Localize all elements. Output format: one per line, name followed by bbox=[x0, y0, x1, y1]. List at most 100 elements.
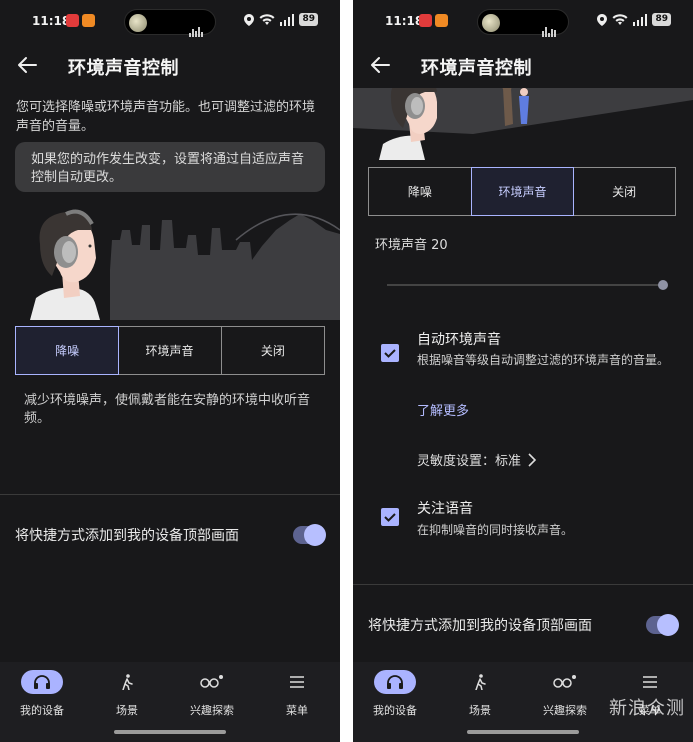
nav-item-scenes[interactable]: 场景 bbox=[440, 670, 520, 726]
status-time: 11:18 bbox=[385, 14, 424, 28]
toggle-knob bbox=[304, 524, 326, 546]
mode-noise-cancelling-button[interactable]: 降噪 bbox=[15, 326, 120, 375]
voice-focus-description: 在抑制噪音的同时接收声音。 bbox=[417, 523, 574, 537]
person-with-headphones-graphic bbox=[379, 88, 437, 160]
shortcut-label: 将快捷方式添加到我的设备顶部画面 bbox=[368, 618, 592, 634]
dynamic-island[interactable] bbox=[477, 9, 569, 37]
nav-icon-container bbox=[544, 670, 586, 694]
nav-label: 我的设备 bbox=[373, 704, 417, 717]
sensitivity-label: 灵敏度设置：标准 bbox=[417, 454, 522, 469]
nav-icon-container bbox=[191, 670, 233, 694]
nav-item-scenes[interactable]: 场景 bbox=[87, 670, 167, 726]
battery-indicator: 89 bbox=[652, 13, 671, 26]
nav-item-menu[interactable]: 菜单 bbox=[257, 670, 337, 726]
mode-selector: 降噪 环境声音 关闭 bbox=[15, 326, 325, 375]
shortcut-setting: 将快捷方式添加到我的设备顶部画面 bbox=[353, 605, 693, 645]
shortcut-label: 将快捷方式添加到我的设备顶部画面 bbox=[15, 528, 239, 544]
nav-item-explore[interactable]: 兴趣探索 bbox=[172, 670, 252, 726]
nav-label: 场景 bbox=[469, 704, 491, 717]
binoculars-icon bbox=[200, 675, 223, 688]
location-icon bbox=[597, 13, 608, 26]
mode-description: 减少环境噪声，使佩戴者能在安静的环境中收听音频。 bbox=[24, 393, 311, 426]
auto-ambient-title: 自动环境声音 bbox=[417, 332, 501, 348]
mode-selector: 降噪 环境声音 关闭 bbox=[368, 167, 676, 216]
walking-person-icon bbox=[122, 674, 133, 690]
notification-app-icon bbox=[82, 14, 95, 27]
media-artwork-icon bbox=[482, 14, 500, 32]
headphones-icon bbox=[387, 675, 403, 689]
voice-focus-title: 关注语音 bbox=[417, 501, 473, 517]
home-indicator[interactable] bbox=[114, 730, 226, 734]
menu-icon bbox=[290, 676, 304, 688]
menu-icon bbox=[643, 676, 657, 688]
voice-focus-checkbox[interactable] bbox=[381, 508, 399, 526]
headphones-icon bbox=[34, 675, 50, 689]
notification-app-icon bbox=[66, 14, 79, 27]
mode-ambient-sound-button[interactable]: 环境声音 bbox=[118, 327, 222, 374]
right-phone-screen: 11:18 89 环境声音控制 降噪 环境声音 关闭 环境声音 20 自动环境声… bbox=[353, 0, 693, 742]
nav-item-explore[interactable]: 兴趣探索 bbox=[525, 670, 605, 726]
app-bar: 环境声音控制 bbox=[0, 44, 340, 88]
feature-description: 您可选择降噪或环境声音功能。也可调整过滤的环境声音的音量。 bbox=[16, 100, 316, 134]
status-icons: 89 bbox=[244, 13, 318, 26]
page-title: 环境声音控制 bbox=[421, 58, 532, 79]
wifi-icon bbox=[612, 13, 628, 25]
watermark-text: 新浪众测 bbox=[609, 698, 685, 719]
toggle-knob bbox=[657, 614, 679, 636]
nav-icon-container bbox=[459, 670, 501, 694]
mode-noise-cancelling-button[interactable]: 降噪 bbox=[369, 168, 472, 215]
slider-track bbox=[387, 284, 663, 286]
cellular-signal-icon bbox=[633, 13, 648, 26]
nav-icon-container bbox=[629, 670, 671, 694]
status-bar: 11:18 89 bbox=[353, 0, 693, 44]
slider-thumb[interactable] bbox=[658, 280, 668, 290]
back-arrow-icon[interactable] bbox=[14, 52, 40, 78]
shortcut-setting: 将快捷方式添加到我的设备顶部画面 bbox=[0, 515, 340, 555]
notification-app-icon bbox=[435, 14, 448, 27]
mode-off-button[interactable]: 关闭 bbox=[222, 327, 324, 374]
audio-wave-icon bbox=[189, 18, 205, 37]
divider bbox=[353, 584, 693, 585]
adaptive-control-note: 如果您的动作发生改变，设置将通过自适应声音控制自动更改。 bbox=[15, 142, 325, 192]
learn-more-link[interactable]: 了解更多 bbox=[417, 400, 469, 419]
sensitivity-setting[interactable]: 灵敏度设置：标准 bbox=[417, 450, 537, 469]
nav-label: 我的设备 bbox=[20, 704, 64, 717]
notification-app-icon bbox=[419, 14, 432, 27]
checkmark-icon bbox=[384, 349, 396, 358]
app-bar: 环境声音控制 bbox=[353, 44, 693, 88]
nav-icon-container bbox=[21, 670, 63, 694]
divider bbox=[0, 494, 340, 495]
ambient-level-slider[interactable] bbox=[387, 276, 668, 294]
page-title: 环境声音控制 bbox=[68, 58, 179, 79]
auto-ambient-description: 根据噪音等级自动调整过滤的环境声音的音量。 bbox=[417, 353, 670, 367]
home-indicator[interactable] bbox=[467, 730, 579, 734]
nav-label: 菜单 bbox=[286, 704, 308, 717]
mode-off-button[interactable]: 关闭 bbox=[573, 168, 675, 215]
nav-icon-container bbox=[276, 670, 318, 694]
wifi-icon bbox=[259, 13, 275, 25]
nav-item-my-device[interactable]: 我的设备 bbox=[355, 670, 435, 726]
left-phone-screen: 11:18 89 环境声音控制 您可选择降噪或环境声音功能。也可调整过滤的环境声… bbox=[0, 0, 340, 742]
binoculars-icon bbox=[553, 675, 576, 688]
ambient-illustration bbox=[353, 88, 693, 160]
nav-label: 兴趣探索 bbox=[543, 704, 587, 717]
dynamic-island[interactable] bbox=[124, 9, 216, 37]
cellular-signal-icon bbox=[280, 13, 295, 26]
status-bar: 11:18 89 bbox=[0, 0, 340, 44]
walking-person-icon bbox=[475, 674, 486, 690]
battery-indicator: 89 bbox=[299, 13, 318, 26]
mode-ambient-sound-button[interactable]: 环境声音 bbox=[470, 167, 575, 216]
auto-ambient-checkbox[interactable] bbox=[381, 344, 399, 362]
back-arrow-icon[interactable] bbox=[367, 52, 393, 78]
status-icons: 89 bbox=[597, 13, 671, 26]
nav-item-my-device[interactable]: 我的设备 bbox=[2, 670, 82, 726]
shortcut-toggle[interactable] bbox=[293, 524, 326, 546]
ambient-level-label: 环境声音 20 bbox=[375, 238, 448, 253]
audio-wave-icon bbox=[542, 18, 558, 37]
person-with-headphones-graphic bbox=[30, 209, 100, 320]
nav-icon-container bbox=[374, 670, 416, 694]
checkmark-icon bbox=[384, 513, 396, 522]
nav-label: 兴趣探索 bbox=[190, 704, 234, 717]
shortcut-toggle[interactable] bbox=[646, 614, 679, 636]
nav-label: 场景 bbox=[116, 704, 138, 717]
